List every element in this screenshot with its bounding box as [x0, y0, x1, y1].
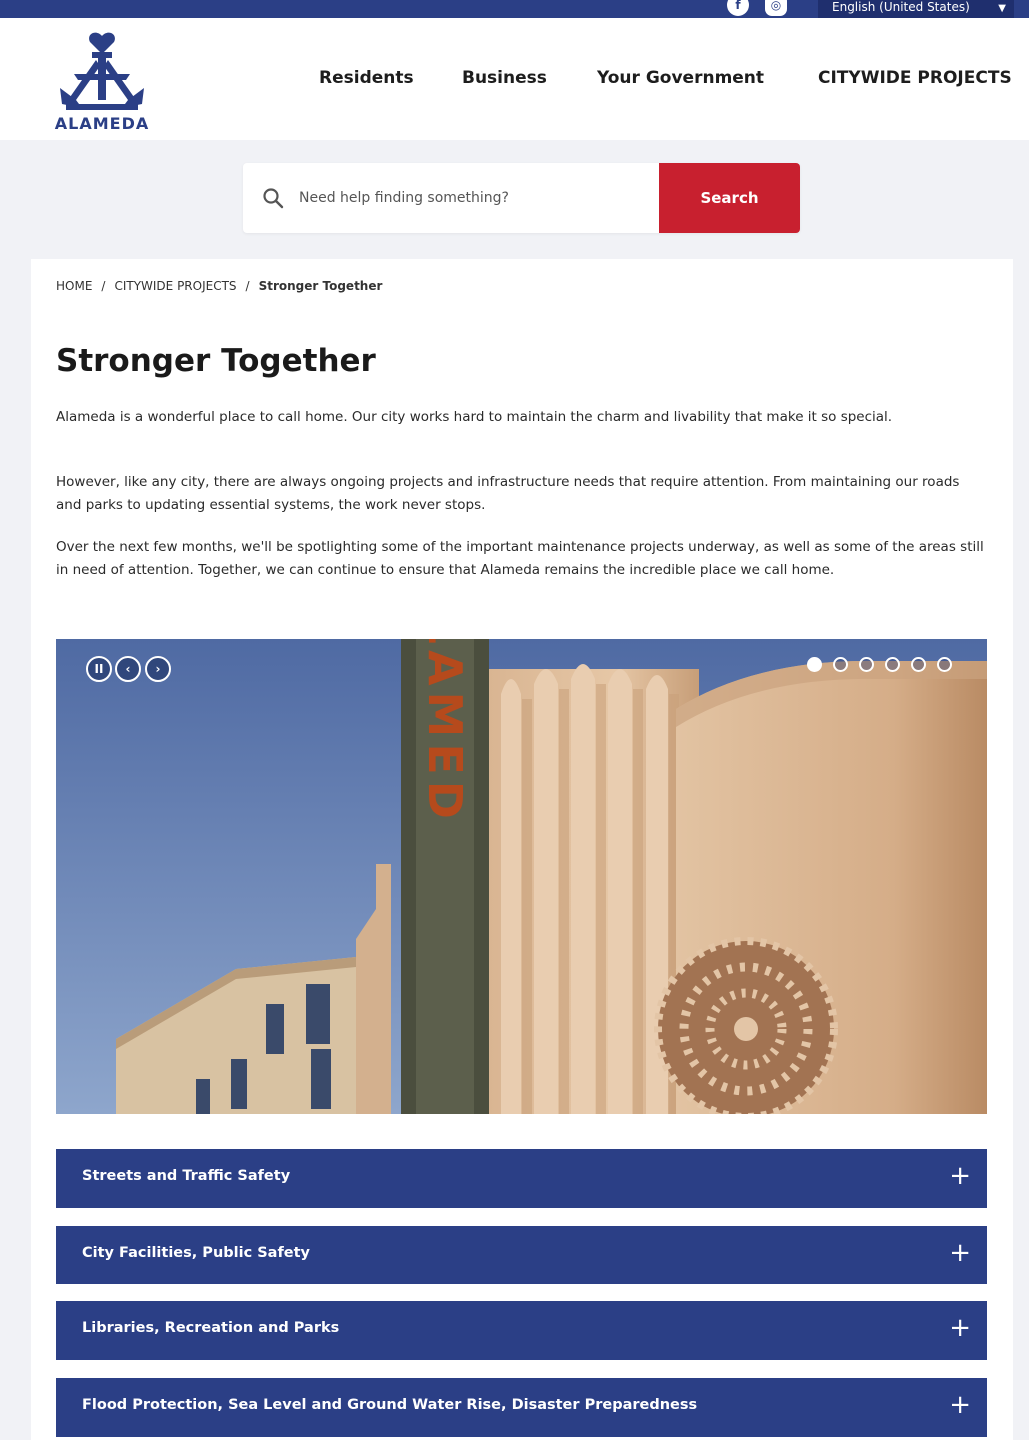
accordion-libraries-recreation-parks[interactable]: Libraries, Recreation and Parks + [56, 1301, 987, 1360]
intro-paragraph: However, like any city, there are always… [56, 474, 960, 513]
intro-paragraph: Alameda is a wonderful place to call hom… [56, 409, 893, 425]
slideshow-pause-button[interactable]: II [86, 656, 112, 682]
top-utility-bar: f ◎ English (United States) ▼ [0, 0, 1029, 18]
slideshow-dot[interactable] [911, 657, 926, 672]
search-button[interactable]: Search [659, 163, 800, 233]
accordion-streets-traffic-safety[interactable]: Streets and Traffic Safety + [56, 1149, 987, 1208]
main-nav: Residents Business Your Government CITYW… [0, 68, 1029, 98]
slideshow-next-button[interactable]: › [145, 656, 171, 682]
slide-sign-letters: ALAMED [418, 639, 472, 825]
slideshow-dot[interactable] [937, 657, 952, 672]
language-selector[interactable]: English (United States) ▼ [818, 0, 1014, 18]
nav-your-government[interactable]: Your Government [597, 68, 764, 88]
intro-paragraph: Over the next few months, we'll be spotl… [56, 539, 984, 578]
accordion-city-facilities-public-safety[interactable]: City Facilities, Public Safety + [56, 1226, 987, 1284]
slideshow-dot[interactable] [885, 657, 900, 672]
chevron-down-icon: ▼ [998, 3, 1006, 14]
accordion-label: Streets and Traffic Safety [82, 1168, 291, 1184]
expand-plus-icon: + [949, 1238, 971, 1268]
accordion-flood-protection[interactable]: Flood Protection, Sea Level and Ground W… [56, 1378, 987, 1437]
expand-plus-icon: + [949, 1161, 971, 1191]
site-header: ALAMEDA Residents Business Your Governme… [0, 18, 1029, 140]
logo-text: ALAMEDA [54, 114, 150, 133]
slideshow-dot[interactable] [859, 657, 874, 672]
accordion-label: Flood Protection, Sea Level and Ground W… [82, 1397, 698, 1413]
accordion-label: City Facilities, Public Safety [82, 1245, 310, 1261]
nav-citywide-projects[interactable]: CITYWIDE PROJECTS [818, 68, 1012, 88]
slideshow-dot[interactable] [807, 657, 822, 672]
slideshow-prev-button[interactable]: ‹ [115, 656, 141, 682]
page: f ◎ English (United States) ▼ ALAMEDA Re… [0, 0, 1029, 1440]
breadcrumb-separator: / [245, 279, 250, 293]
accordion-label: Libraries, Recreation and Parks [82, 1320, 340, 1336]
content-card: HOME / CITYWIDE PROJECTS / Stronger Together… [31, 259, 1013, 1440]
expand-plus-icon: + [949, 1313, 971, 1343]
image-slideshow: ALAMED II ‹ › [56, 639, 987, 1114]
breadcrumb-citywide-projects[interactable]: CITYWIDE PROJECTS [114, 279, 236, 293]
language-label: English (United States) [832, 0, 970, 14]
nav-business[interactable]: Business [462, 68, 547, 88]
instagram-icon[interactable]: ◎ [765, 0, 787, 16]
slideshow-dot[interactable] [833, 657, 848, 672]
slide-image: ALAMED [56, 639, 987, 1114]
search-icon [263, 188, 284, 209]
search-input[interactable] [299, 181, 649, 215]
facebook-icon[interactable]: f [727, 0, 749, 16]
breadcrumb-current: Stronger Together [258, 279, 383, 293]
breadcrumb-separator: / [101, 279, 106, 293]
breadcrumb: HOME / CITYWIDE PROJECTS / Stronger Together [56, 279, 382, 293]
nav-residents[interactable]: Residents [319, 68, 414, 88]
site-search: Search [243, 163, 800, 233]
expand-plus-icon: + [949, 1390, 971, 1420]
breadcrumb-home[interactable]: HOME [56, 279, 92, 293]
page-title: Stronger Together [56, 343, 376, 379]
